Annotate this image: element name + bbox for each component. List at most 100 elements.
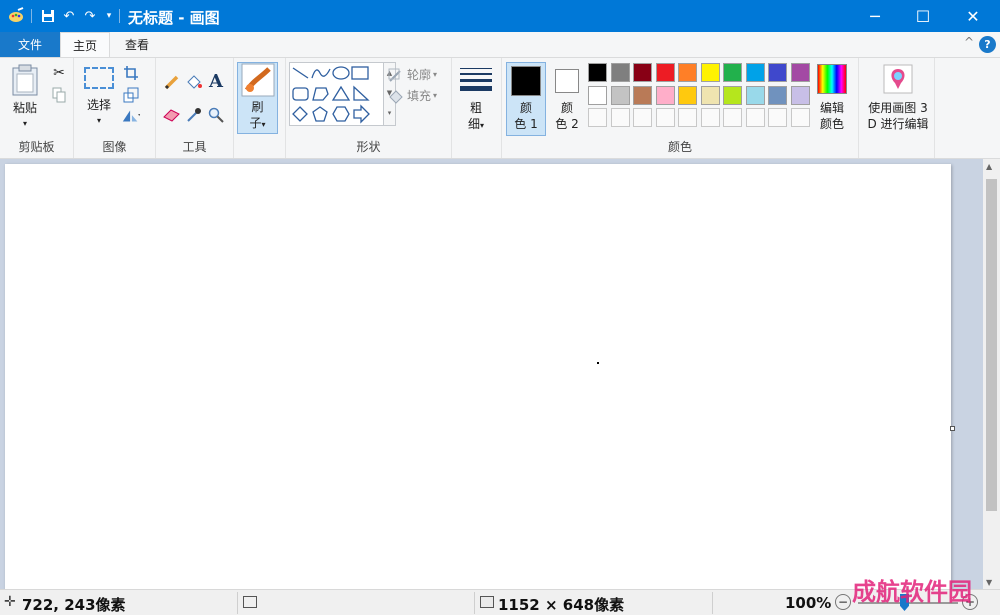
palette-color-swatch[interactable] (655, 63, 675, 82)
palette-color-swatch[interactable] (700, 63, 720, 82)
palette-color-swatch[interactable] (790, 63, 810, 82)
fill-label: 填充 (407, 89, 432, 103)
status-bar: ✛ 722, 243像素 1152 × 648像素 100% − + (0, 589, 1000, 615)
palette-color-swatch[interactable] (768, 63, 787, 82)
save-icon[interactable] (38, 6, 58, 26)
canvas-size: 1152 × 648像素 (498, 596, 625, 614)
custom-color-slot[interactable] (610, 108, 630, 127)
brushes-label-2: 子▾ (249, 115, 265, 133)
palette-color-swatch[interactable] (700, 85, 720, 105)
group-paint3d: 使用画图 3 D 进行编辑 (859, 58, 935, 158)
paste-button[interactable]: 粘贴 ▾ (6, 64, 44, 132)
rotate-icon[interactable] (121, 106, 141, 126)
redo-icon[interactable]: ↷ (80, 6, 100, 26)
minimize-button[interactable]: ─ (852, 0, 898, 32)
outline-icon (388, 68, 401, 82)
right-triangle-shape-icon (353, 85, 370, 101)
custom-color-slot[interactable] (745, 108, 765, 127)
undo-icon[interactable]: ↶ (59, 6, 79, 26)
group-brushes: 刷 子▾ (234, 58, 286, 158)
close-button[interactable]: ✕ (950, 0, 996, 32)
custom-color-slot[interactable] (790, 108, 810, 127)
palette-color-swatch[interactable] (768, 85, 787, 105)
ribbon-tabs: 文件 主页 查看 ^ ? (0, 32, 1000, 57)
pencil-icon[interactable] (162, 72, 182, 92)
palette-color-swatch[interactable] (633, 85, 652, 105)
group-label-image: 图像 (102, 140, 127, 154)
palette-color-swatch[interactable] (678, 85, 697, 105)
tab-view[interactable]: 查看 (112, 32, 162, 57)
custom-color-slot[interactable] (655, 108, 675, 127)
shape-gallery (289, 62, 384, 126)
chevron-down-icon: ▾ (96, 116, 101, 125)
palette-color-swatch[interactable] (610, 63, 630, 82)
palette-color-swatch[interactable] (655, 85, 675, 105)
palette-color-swatch[interactable] (633, 63, 652, 82)
color1-swatch (511, 66, 541, 96)
zoom-out-button[interactable]: − (835, 594, 851, 610)
fill-button[interactable]: 填充 ▾ (388, 87, 437, 104)
size-button[interactable]: 粗 细▾ (457, 66, 495, 134)
right-arrow-shape-icon (353, 104, 370, 124)
tab-file[interactable]: 文件 (0, 32, 60, 57)
help-icon[interactable]: ? (979, 36, 996, 53)
paint-app-icon[interactable] (6, 6, 26, 26)
vertical-scrollbar[interactable]: ▲ ▼ (983, 159, 1000, 589)
palette-color-swatch[interactable] (790, 85, 810, 105)
selection-rectangle-icon (84, 67, 114, 89)
edit-with-paint3d-button[interactable]: 使用画图 3 D 进行编辑 (863, 64, 933, 132)
ribbon: 粘贴 ▾ ✂ 剪贴板 选择 ▾ 图像 A 工具 刷 子▾ ▲ ▼ ▾ 轮廓 ▾ … (0, 57, 1000, 159)
palette-color-swatch[interactable] (588, 63, 607, 82)
fill-bucket-icon[interactable] (184, 72, 204, 92)
custom-color-slot[interactable] (768, 108, 787, 127)
edit-colors-button[interactable]: 编辑 颜色 (814, 64, 850, 132)
crop-icon[interactable] (121, 63, 141, 83)
color2-button[interactable]: 颜 色 2 (550, 62, 584, 136)
diamond-shape-icon (292, 106, 308, 122)
palette-color-swatch[interactable] (678, 63, 697, 82)
chevron-down-icon: ▾ (480, 121, 485, 130)
color1-button[interactable]: 颜 色 1 (506, 62, 546, 136)
cut-icon[interactable]: ✂ (49, 63, 69, 83)
chevron-down-icon: ▾ (22, 119, 27, 128)
canvas-size-icon (480, 596, 494, 608)
select-label: 选择 (86, 98, 111, 112)
outline-button[interactable]: 轮廓 ▾ (388, 66, 437, 83)
eraser-icon[interactable] (162, 105, 182, 125)
text-tool-icon[interactable]: A (206, 71, 226, 92)
palette-color-swatch[interactable] (723, 63, 742, 82)
palette-color-swatch[interactable] (723, 85, 742, 105)
maximize-button[interactable]: ☐ (900, 0, 946, 32)
status-divider (474, 592, 475, 614)
select-button[interactable]: 选择 ▾ (82, 67, 116, 129)
color2-label-2: 色 2 (555, 117, 579, 131)
color2-label-1: 颜 (560, 101, 573, 115)
palette-color-swatch[interactable] (610, 85, 630, 105)
resize-icon[interactable] (121, 85, 141, 105)
palette-color-swatch[interactable] (745, 85, 765, 105)
custom-color-slot[interactable] (588, 108, 607, 127)
collapse-ribbon-icon[interactable]: ^ (964, 35, 974, 49)
custom-color-slot[interactable] (723, 108, 742, 127)
custom-color-slot[interactable] (700, 108, 720, 127)
color-picker-icon[interactable] (184, 105, 204, 125)
palette-color-swatch[interactable] (745, 63, 765, 82)
scroll-down-icon[interactable]: ▼ (986, 578, 992, 587)
canvas-dot (597, 362, 599, 364)
customize-quick-access-icon[interactable]: ▾ (99, 6, 119, 26)
polygon-shape-icon (312, 87, 329, 101)
drawing-canvas[interactable] (5, 164, 951, 589)
magnifier-icon[interactable] (206, 105, 226, 125)
hexagon-shape-icon (332, 106, 350, 122)
custom-color-slot[interactable] (633, 108, 652, 127)
group-label-colors: 颜色 (667, 140, 692, 154)
scrollbar-thumb[interactable] (986, 179, 997, 511)
palette-color-swatch[interactable] (588, 85, 607, 105)
canvas-resize-handle[interactable] (950, 426, 955, 431)
copy-icon[interactable] (49, 85, 69, 105)
brushes-button[interactable]: 刷 子▾ (237, 62, 278, 134)
zoom-level: 100% (785, 594, 832, 612)
tab-home[interactable]: 主页 (60, 32, 110, 57)
custom-color-slot[interactable] (678, 108, 697, 127)
scroll-up-icon[interactable]: ▲ (986, 162, 992, 171)
